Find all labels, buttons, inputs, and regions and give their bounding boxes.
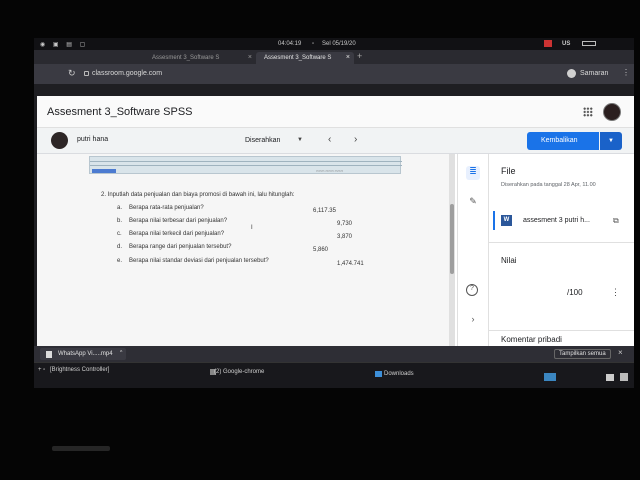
taskbar-item[interactable]: (2) Google-chrome <box>214 369 264 375</box>
file-name[interactable]: assesment 3 putri h... <box>523 217 590 224</box>
caret-down-icon[interactable]: ▼ <box>297 137 303 143</box>
chevron-right-icon[interactable]: › <box>354 134 357 145</box>
status-dropdown[interactable]: Diserahkan <box>245 137 280 144</box>
download-item[interactable]: WhatsApp Vi.....mp4 ^ <box>40 348 126 360</box>
question-header: 2. Inputlah data penjualan dan biaya pro… <box>101 192 295 198</box>
submitted-timestamp: Diserahkan pada tanggal 28 Apr, 11.00 <box>501 182 596 188</box>
calendar-icon: ▫ <box>312 41 315 47</box>
text-cursor-icon: I <box>251 225 253 231</box>
keyboard-language[interactable]: US <box>562 41 570 47</box>
taskbar-item[interactable]: Downloads <box>384 371 414 377</box>
question-text: Berapa range dari penjualan tersebut? <box>129 244 232 250</box>
show-all-button[interactable]: Tampilkan semua <box>554 349 611 359</box>
selected-indicator <box>493 211 495 230</box>
grade-input[interactable]: /100 <box>567 288 583 297</box>
question-letter: b. <box>117 218 123 224</box>
question-answer: 6,117.35 <box>313 208 336 214</box>
question-text: Berapa nilai terkecil dari penjualan? <box>129 231 225 237</box>
folder-icon <box>375 371 382 377</box>
return-options-caret-icon[interactable]: ▼ <box>600 132 622 150</box>
tab-title: Assesment 3_Software S <box>264 55 332 61</box>
question-answer: 3,870 <box>337 234 353 240</box>
page-title: Assesment 3_Software SPSS <box>47 106 193 118</box>
new-tab-plus-icon[interactable]: + <box>357 51 362 61</box>
download-file-name: WhatsApp Vi.....mp4 <box>58 351 113 357</box>
app-header: Assesment 3_Software SPSS <box>37 96 634 128</box>
profile-name[interactable]: Samaran <box>580 70 608 77</box>
files-icon[interactable]: ≣ <box>466 166 480 180</box>
tray-app-icon[interactable] <box>544 40 552 47</box>
browser-tab[interactable]: Assesment 3_Software S × <box>144 52 256 64</box>
chevron-left-icon[interactable]: ‹ <box>328 134 331 145</box>
scrollbar-thumb[interactable] <box>450 204 454 274</box>
question-answer: 5,860 <box>313 247 329 253</box>
table-gridline <box>90 165 402 166</box>
close-icon[interactable]: × <box>346 54 350 61</box>
taskbar-plus-icon[interactable]: + ▫ <box>38 367 45 373</box>
private-comment-label: Komentar pribadi <box>501 335 562 344</box>
system-clock: 04:04:19 <box>278 41 302 47</box>
files-panel: File Diserahkan pada tanggal 28 Apr, 11.… <box>488 154 634 346</box>
classroom-page: Assesment 3_Software SPSS putri hana Dis… <box>37 96 634 346</box>
tab-title: Assesment 3_Software S <box>152 55 220 61</box>
question-answer: 1,474.741 <box>337 261 364 267</box>
question-text: Berapa nilai terbesar dari penjualan? <box>129 218 228 224</box>
system-top-bar: ◉ ▣ ▤ ▢ 04:04:19 ▫ Sel 05/19/20 US <box>34 38 634 50</box>
question-letter: a. <box>117 205 123 211</box>
question-text: Berapa rata-rata penjualan? <box>129 205 204 211</box>
document-viewer[interactable]: ▭▭▭ ▭▭▭ ▭▭▭ 2. Inputlah data penjualan d… <box>37 154 449 346</box>
download-shelf: WhatsApp Vi.....mp4 ^ Tampilkan semua × <box>34 346 634 362</box>
divider <box>489 330 634 331</box>
apps-grid-icon[interactable] <box>583 107 593 117</box>
question-letter: c. <box>117 231 122 237</box>
question-text: Berapa nilai standar deviasi dari penjua… <box>129 258 269 264</box>
help-icon[interactable]: ? <box>466 284 478 296</box>
more-vert-icon[interactable]: ⋮ <box>611 287 620 298</box>
account-avatar-icon[interactable] <box>603 103 621 121</box>
panel-title: File <box>501 166 516 176</box>
url-field[interactable]: classroom.google.com <box>92 70 162 77</box>
side-rail: ≣ ✎ ? › <box>457 154 487 346</box>
word-file-icon: W <box>501 215 512 226</box>
divider <box>489 242 634 243</box>
tray-volume-icon[interactable] <box>606 374 614 381</box>
spreadsheet-tab <box>92 169 116 173</box>
question-answer: 9,730 <box>337 221 353 227</box>
browser-tab-active[interactable]: Assesment 3_Software S × <box>256 52 354 64</box>
profile-avatar-icon[interactable] <box>567 69 576 78</box>
spreadsheet-caption: ▭▭▭ ▭▭▭ ▭▭▭ <box>316 169 344 173</box>
screen-glare <box>52 446 110 451</box>
battery-icon <box>582 41 596 46</box>
grade-label: Nilai <box>501 256 517 265</box>
system-status-icons: ◉ ▣ ▤ ▢ <box>40 42 89 48</box>
close-icon[interactable]: × <box>248 54 252 61</box>
video-file-icon <box>46 351 52 358</box>
comment-icon[interactable]: ✎ <box>466 196 480 210</box>
chevron-up-icon[interactable]: ^ <box>120 350 122 356</box>
browser-menu-icon[interactable]: ⋮ <box>622 68 630 77</box>
student-name[interactable]: putri hana <box>77 136 108 143</box>
close-icon[interactable]: × <box>618 348 623 357</box>
return-button[interactable]: Kembalikan <box>527 132 599 150</box>
tray-notification-icon[interactable] <box>620 373 628 381</box>
question-letter: e. <box>117 258 123 264</box>
student-toolbar: putri hana Diserahkan ▼ ‹ › Kembalikan ▼ <box>37 128 634 154</box>
spreadsheet-screenshot: ▭▭▭ ▭▭▭ ▭▭▭ <box>89 156 402 174</box>
student-avatar <box>51 132 68 149</box>
taskbar-item[interactable]: [Brightness Controller] <box>50 367 109 373</box>
reload-icon[interactable]: ↻ <box>68 68 76 79</box>
table-gridline <box>90 161 402 162</box>
taskbar: + ▫ [Brightness Controller] (2) Google-c… <box>34 362 634 388</box>
system-date: Sel 05/19/20 <box>322 41 356 47</box>
address-bar: ↻ classroom.google.com Samaran ⋮ <box>34 64 634 84</box>
document-scrollbar[interactable] <box>449 154 455 346</box>
question-letter: d. <box>117 244 123 250</box>
chevron-right-icon[interactable]: › <box>466 314 480 328</box>
browser-tab-strip: Assesment 3_Software S × Assesment 3_Sof… <box>34 50 634 64</box>
lock-icon <box>84 71 89 76</box>
open-in-new-icon[interactable]: ⧉ <box>613 216 619 226</box>
laptop-screen: ◉ ▣ ▤ ▢ 04:04:19 ▫ Sel 05/19/20 US Asses… <box>34 38 634 388</box>
tray-network-icon[interactable] <box>544 373 556 381</box>
